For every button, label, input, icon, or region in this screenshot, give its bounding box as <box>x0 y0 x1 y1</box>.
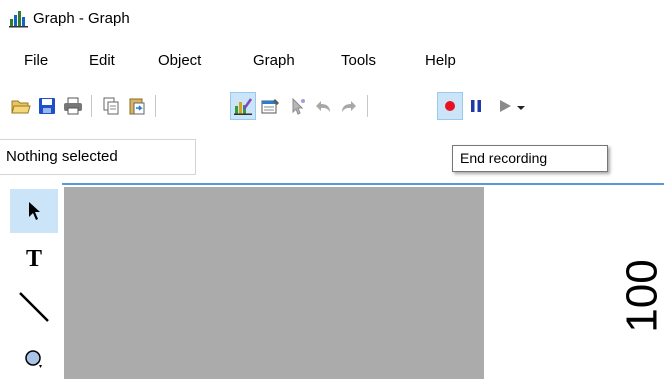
line-tool[interactable] <box>10 285 58 329</box>
toolbar-separator <box>367 95 368 117</box>
canvas-border <box>62 183 664 185</box>
ellipse-tool-icon <box>25 350 42 368</box>
record-button[interactable] <box>437 92 463 120</box>
tooltip: End recording <box>452 145 608 172</box>
undo-icon <box>316 101 330 112</box>
canvas-gray-area <box>64 187 484 379</box>
pointer-icon <box>292 97 305 115</box>
toolbar <box>0 92 664 122</box>
app-icon <box>9 11 28 28</box>
save-button[interactable] <box>34 92 60 120</box>
open-icon <box>11 100 31 114</box>
open-button[interactable] <box>8 92 34 120</box>
text-tool-icon: T <box>25 245 42 272</box>
undo-button[interactable] <box>310 92 336 120</box>
line-tool-icon <box>19 292 49 322</box>
properties-button[interactable] <box>258 92 284 120</box>
text-tool[interactable]: T <box>10 237 58 281</box>
print-icon <box>64 97 82 115</box>
menu-edit[interactable]: Edit <box>82 48 122 73</box>
selection-status-text: Nothing selected <box>6 148 118 165</box>
chart-icon <box>234 98 253 115</box>
tooltip-text: End recording <box>460 150 548 166</box>
redo-button[interactable] <box>336 92 362 120</box>
menu-file[interactable]: File <box>17 48 55 73</box>
pointer-button[interactable] <box>284 92 310 120</box>
menu-graph[interactable]: Graph <box>246 48 302 73</box>
menu-bar: File Edit Object Graph Tools Help <box>0 48 664 76</box>
play-icon <box>500 100 511 112</box>
title-bar: Graph - Graph <box>0 0 664 38</box>
paste-icon <box>129 98 145 115</box>
properties-icon <box>261 99 279 114</box>
select-tool[interactable] <box>10 189 58 233</box>
play-dropdown[interactable] <box>514 92 528 120</box>
copy-icon <box>103 97 119 115</box>
select-arrow-icon <box>29 202 40 220</box>
record-icon <box>445 101 455 111</box>
pause-icon <box>471 100 481 112</box>
paste-button[interactable] <box>124 92 150 120</box>
tool-palette: T <box>8 187 64 379</box>
chevron-down-icon <box>517 106 525 110</box>
axis-tick-label: 100 <box>619 259 664 332</box>
ellipse-tool[interactable] <box>10 333 58 377</box>
redo-icon <box>342 101 356 112</box>
print-button[interactable] <box>60 92 86 120</box>
menu-help[interactable]: Help <box>418 48 463 73</box>
pause-button[interactable] <box>463 92 489 120</box>
toolbar-separator <box>91 95 92 117</box>
axis-tick-value: 100 <box>619 259 664 332</box>
selection-status-panel: Nothing selected <box>0 139 196 175</box>
window-title: Graph - Graph <box>33 10 130 27</box>
save-icon <box>39 98 55 114</box>
copy-button[interactable] <box>98 92 124 120</box>
menu-object[interactable]: Object <box>151 48 208 73</box>
menu-tools[interactable]: Tools <box>334 48 383 73</box>
chart-button[interactable] <box>230 92 256 120</box>
toolbar-separator <box>155 95 156 117</box>
